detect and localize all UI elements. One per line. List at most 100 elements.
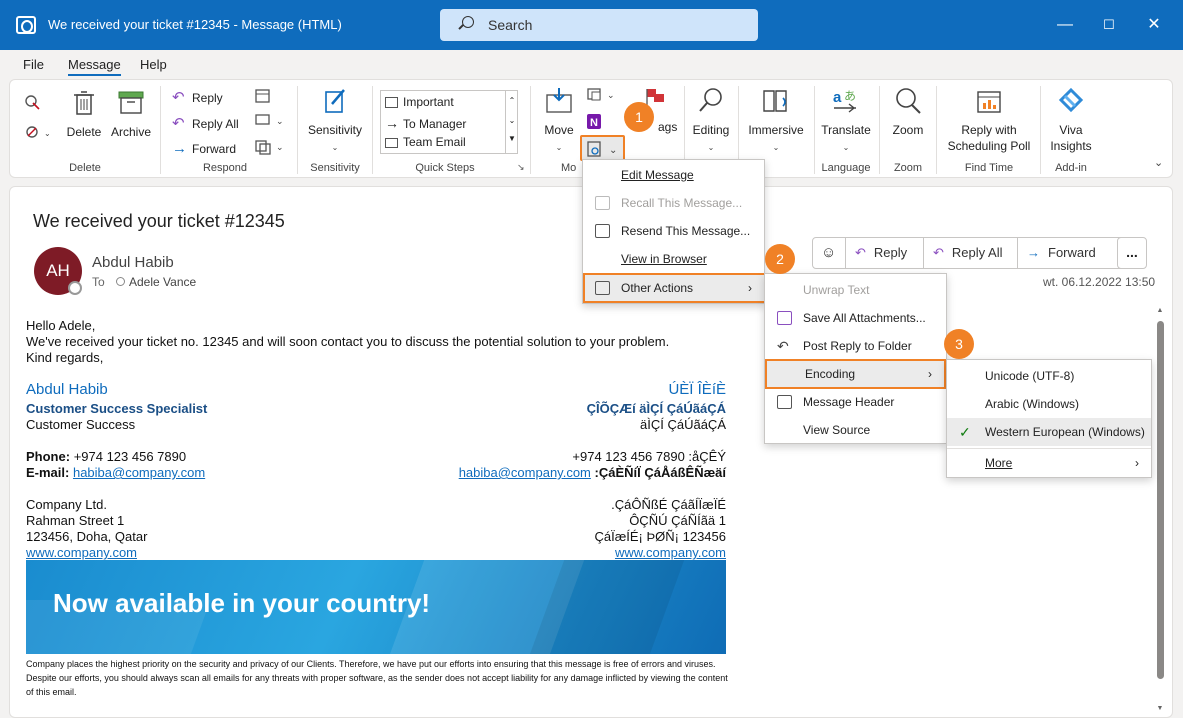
menu-help[interactable]: Help <box>140 57 167 72</box>
collapse-ribbon-icon[interactable]: ⌄ <box>1154 156 1163 169</box>
emoji-icon[interactable]: ☺ <box>821 238 836 268</box>
quick-steps-scroll[interactable]: ⌃ ⌄ ▼ <box>505 91 518 153</box>
maximize-icon[interactable]: ☐ <box>1098 14 1120 36</box>
delete-button[interactable]: Delete <box>66 88 102 140</box>
more-actions-button[interactable]: ... <box>1117 237 1147 269</box>
reply-button[interactable]: ↶ Reply <box>172 88 223 106</box>
title-bar: We received your ticket #12345 - Message… <box>0 0 1183 50</box>
menu-item-western-european[interactable]: ✓ Western European (Windows) <box>947 418 1151 446</box>
message-header-icon <box>777 395 792 409</box>
step-badge-3: 3 <box>944 329 974 359</box>
window-title: We received your ticket #12345 - Message… <box>48 17 342 32</box>
menu-item-view-source[interactable]: View Source <box>765 416 946 444</box>
menu-item-other-actions[interactable]: Other Actions › <box>583 273 766 303</box>
move-button[interactable]: Move ⌄ <box>540 86 578 156</box>
onenote-icon[interactable]: N <box>585 113 603 134</box>
menu-item-unwrap-text[interactable]: Unwrap Text <box>765 276 946 304</box>
sender-name[interactable]: Abdul Habib <box>92 254 174 271</box>
poll-label-line1: Reply with <box>961 123 1017 137</box>
menu-item-label: Unicode (UTF-8) <box>985 369 1075 383</box>
signature-title-rtl: ÇÎÕÇÆí äÌÇÍ ÇáÚãáÇÁ <box>586 401 726 416</box>
menu-item-save-attachments[interactable]: Save All Attachments... <box>765 304 946 332</box>
message-date: wt. 06.12.2022 13:50 <box>1043 275 1156 289</box>
viva-insights-button[interactable]: Viva Insights <box>1046 86 1096 154</box>
quick-step-important[interactable]: Important <box>385 95 454 109</box>
reply-icon: ↶ <box>855 245 866 260</box>
forward-label: Forward <box>1048 245 1096 260</box>
quick-step-label: Team Email <box>403 135 466 149</box>
ribbon-divider <box>936 86 937 174</box>
company-name-rtl: .ÇáÔÑßÉ ÇáãÍÏæÏÉ <box>611 497 726 512</box>
ribbon-divider <box>530 86 531 174</box>
search-box[interactable]: Search <box>440 9 758 41</box>
reply-with-scheduling-poll-button[interactable]: Reply with Scheduling Poll <box>944 86 1034 154</box>
recipient[interactable]: Adele Vance <box>116 275 196 289</box>
reply-all-button-message[interactable]: ↶ Reply All <box>933 238 1002 268</box>
forward-button-message[interactable]: → Forward <box>1027 238 1096 268</box>
website-link[interactable]: www.company.com <box>615 545 726 560</box>
menu-item-arabic[interactable]: Arabic (Windows) <box>947 390 1151 418</box>
signature-name: Abdul Habib <box>26 381 108 398</box>
phone-line: Phone: +974 123 456 7890 <box>26 449 186 464</box>
email-link[interactable]: habiba@company.com <box>73 465 205 480</box>
menu-item-more-encodings[interactable]: More › <box>947 449 1151 477</box>
reply-all-button[interactable]: ↶ Reply All <box>172 114 239 132</box>
move-label: Move <box>544 123 574 137</box>
reply-label: Reply <box>873 245 908 260</box>
menu-file[interactable]: File <box>23 57 44 72</box>
block-icon[interactable]: ⌄ <box>24 124 54 145</box>
svg-text:N: N <box>590 117 598 129</box>
chevron-down-icon: ⌄ <box>842 143 850 152</box>
scroll-down-icon[interactable]: ▼ <box>1155 705 1165 712</box>
move-folder-icon <box>546 88 572 113</box>
website-link[interactable]: www.company.com <box>26 545 137 560</box>
rules-icon[interactable]: ⌄ <box>585 86 619 107</box>
sensitivity-button[interactable]: Sensitivity ⌄ <box>302 86 368 156</box>
meeting-reply-icon[interactable] <box>254 88 272 107</box>
menu-item-unicode[interactable]: Unicode (UTF-8) <box>947 362 1151 390</box>
reply-all-label: Reply All <box>951 245 1003 260</box>
menu-item-edit-message[interactable]: Edit Message <box>583 161 764 189</box>
quick-step-label: To Manager <box>403 117 467 131</box>
forward-button[interactable]: → Forward <box>172 140 236 157</box>
scheduling-poll-icon <box>977 91 1001 113</box>
menu-message[interactable]: Message <box>68 57 121 76</box>
divider <box>845 238 846 268</box>
more-respond-icon[interactable]: ⌄ <box>254 139 288 158</box>
menu-item-label: Resend This Message... <box>621 224 751 238</box>
dialog-launcher-icon[interactable]: ↘ <box>517 162 525 173</box>
menu-item-encoding[interactable]: Encoding › <box>765 359 946 389</box>
editing-button[interactable]: Editing ⌄ <box>690 86 732 156</box>
signature-name-rtl: ÚÈÏ ÎÈíÈ <box>668 381 726 398</box>
zoom-group-label: Zoom <box>893 162 923 174</box>
scroll-up-icon[interactable]: ▲ <box>1155 307 1165 314</box>
email-link-rtl[interactable]: habiba@company.com <box>459 465 591 480</box>
translate-button[interactable]: aあ Translate ⌄ <box>818 86 874 156</box>
reply-all-icon: ↶ <box>933 245 944 260</box>
quick-steps-group-label: Quick Steps <box>415 162 475 174</box>
other-actions-menu: Unwrap Text Save All Attachments... ↶ Pos… <box>764 273 947 444</box>
sensitivity-label: Sensitivity <box>307 123 363 137</box>
reply-button-message[interactable]: ↶ Reply <box>855 238 907 268</box>
scrollbar[interactable]: ▲ ▼ <box>1155 307 1165 717</box>
menu-item-recall-message[interactable]: Recall This Message... <box>583 189 764 217</box>
menu-item-view-in-browser[interactable]: View in Browser <box>583 245 764 273</box>
zoom-button[interactable]: Zoom <box>886 86 930 138</box>
tags-label[interactable]: ags <box>658 120 677 134</box>
minimize-icon[interactable]: — <box>1054 14 1076 36</box>
close-icon[interactable]: ✕ <box>1143 14 1165 36</box>
immersive-button[interactable]: Immersive ⌄ <box>744 86 808 156</box>
actions-button[interactable]: ⌄ <box>580 135 625 161</box>
im-reply-icon[interactable]: ⌄ <box>254 113 288 132</box>
menu-item-message-header[interactable]: Message Header <box>765 388 946 416</box>
quick-step-to-manager[interactable]: → To Manager <box>385 115 466 131</box>
archive-button[interactable]: Archive <box>108 88 154 140</box>
quick-step-team-email[interactable]: Team Email <box>385 135 466 149</box>
ignore-icon[interactable] <box>24 94 42 115</box>
menu-item-post-reply[interactable]: ↶ Post Reply to Folder <box>765 332 946 360</box>
other-actions-icon <box>595 281 610 295</box>
menu-item-resend-message[interactable]: Resend This Message... <box>583 217 764 245</box>
resend-icon <box>595 224 610 238</box>
menu-item-label: Other Actions <box>621 281 694 295</box>
scroll-thumb[interactable] <box>1157 321 1164 679</box>
